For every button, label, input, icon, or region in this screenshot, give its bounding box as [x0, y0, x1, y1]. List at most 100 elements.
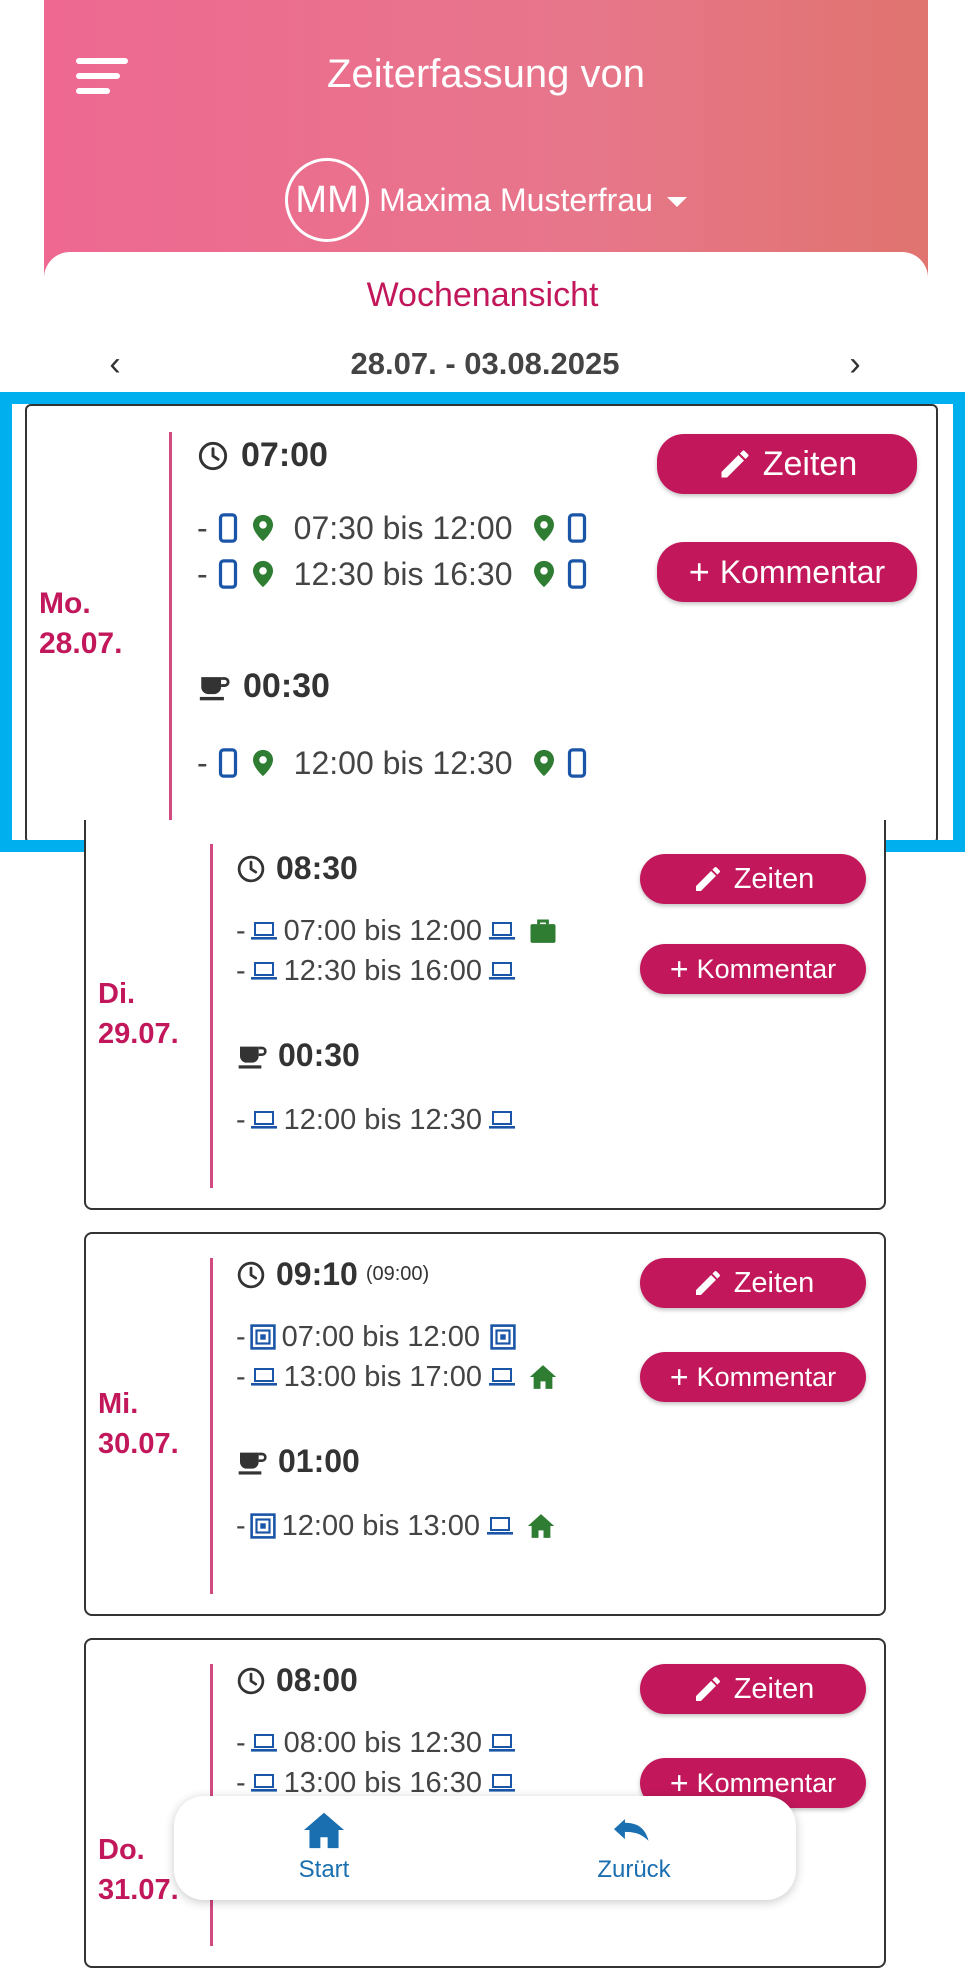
laptop-icon [488, 1773, 516, 1793]
entry-dash: - [236, 1509, 246, 1542]
undo-icon [614, 1819, 649, 1841]
add-comment-button[interactable]: + Kommentar [640, 1352, 866, 1402]
work-total-value: 09:10 [276, 1256, 358, 1292]
day-name: Do. [98, 1834, 145, 1866]
work-total-value: 08:30 [276, 850, 358, 886]
terminal-icon [250, 1324, 276, 1350]
day-card-wednesday: Mi. 30.07. 09:10 (09:00) - 07:00 bis 12:… [84, 1232, 886, 1616]
nav-start[interactable]: Start [244, 1810, 404, 1884]
button-label: Zeiten [733, 1266, 815, 1299]
entry-dash: - [236, 1320, 246, 1353]
button-label: Zeiten [733, 862, 815, 895]
entry-time: 13:00 bis 16:30 [283, 1766, 482, 1799]
work-entry: - 07:00 bis 12:00 [236, 1317, 884, 1357]
work-total-value: 08:00 [276, 1662, 358, 1698]
plus-icon: + [669, 950, 689, 987]
week-navigation: ‹ 28.07. - 03.08.2025 › [100, 344, 870, 384]
work-entry: - 08:00 bis 12:30 [236, 1723, 884, 1763]
pencil-icon [692, 1673, 724, 1705]
edit-times-button[interactable]: Zeiten [640, 854, 866, 904]
button-label: Kommentar [696, 1767, 837, 1798]
day-divider [210, 844, 213, 1188]
home-icon [526, 1511, 556, 1541]
clock-icon [236, 1260, 266, 1290]
entry-dash: - [236, 914, 246, 947]
nav-label: Zurück [597, 1856, 671, 1883]
user-selector[interactable]: MM Maxima Musterfrau [44, 158, 928, 242]
app-header: Zeiterfassung von MM Maxima Musterfrau [44, 0, 928, 285]
clock-icon [236, 1666, 266, 1696]
day-card-tuesday: Di. 29.07. 08:30 - 07:00 bis 12:00 - 12:… [84, 820, 886, 1210]
break-total-value: 00:30 [278, 1037, 360, 1073]
pencil-icon [692, 863, 724, 895]
terminal-icon [490, 1324, 516, 1350]
laptop-icon [250, 1110, 278, 1130]
day-date: 29.07. [98, 1018, 179, 1050]
entry-time: 12:00 bis 12:30 [283, 1103, 482, 1136]
laptop-icon [488, 1367, 516, 1387]
entry-dash: - [236, 1726, 246, 1759]
briefcase-icon [528, 916, 558, 946]
laptop-icon [250, 1773, 278, 1793]
pencil-icon [692, 1267, 724, 1299]
day-label: Di. 29.07. [98, 974, 179, 1054]
view-title: Wochenansicht [366, 276, 599, 314]
coffee-icon [236, 1040, 268, 1072]
button-label: Zeiten [733, 1672, 815, 1705]
entry-time: 12:30 bis 16:00 [283, 954, 482, 987]
break-total-value: 01:00 [278, 1443, 360, 1479]
chevron-down-icon [666, 197, 687, 207]
entry-dash: - [236, 1103, 246, 1136]
clock-icon [236, 854, 266, 884]
home-icon [304, 1812, 344, 1849]
entry-time: 07:00 bis 12:00 [283, 914, 482, 947]
laptop-icon [488, 1733, 516, 1753]
entry-time: 07:00 bis 12:00 [281, 1320, 480, 1353]
day-name: Mi. [98, 1388, 139, 1420]
entry-dash: - [236, 954, 246, 987]
entry-dash: - [236, 1766, 246, 1799]
terminal-icon [250, 1513, 276, 1539]
laptop-icon [250, 961, 278, 981]
plus-icon: + [669, 1358, 689, 1395]
laptop-icon [488, 921, 516, 941]
selection-highlight [0, 392, 965, 852]
laptop-icon [250, 1367, 278, 1387]
next-week-button[interactable]: › [840, 345, 870, 384]
day-date: 30.07. [98, 1428, 179, 1460]
coffee-icon [236, 1446, 268, 1478]
break-entry: - 12:00 bis 13:00 [236, 1506, 884, 1546]
day-date: 31.07. [98, 1874, 179, 1906]
user-name: Maxima Musterfrau [379, 181, 653, 218]
day-divider [210, 1258, 213, 1594]
entry-dash: - [236, 1360, 246, 1393]
laptop-icon [250, 921, 278, 941]
laptop-icon [488, 1110, 516, 1130]
laptop-icon [488, 961, 516, 981]
home-icon [528, 1362, 558, 1392]
nav-label: Start [298, 1856, 350, 1883]
avatar: MM [285, 158, 370, 242]
entry-time: 13:00 bis 17:00 [283, 1360, 482, 1393]
edit-times-button[interactable]: Zeiten [640, 1258, 866, 1308]
laptop-icon [250, 1733, 278, 1753]
break-total: 00:30 [236, 1037, 884, 1074]
entry-time: 08:00 bis 12:30 [283, 1726, 482, 1759]
day-label: Do. 31.07. [98, 1830, 179, 1910]
week-range: 28.07. - 03.08.2025 [350, 346, 620, 381]
edit-times-button[interactable]: Zeiten [640, 1664, 866, 1714]
button-label: Kommentar [696, 1361, 837, 1392]
day-name: Di. [98, 978, 136, 1010]
entry-time: 12:00 bis 13:00 [281, 1509, 480, 1542]
button-label: Kommentar [696, 953, 837, 984]
break-total: 01:00 [236, 1443, 884, 1480]
break-entry: - 12:00 bis 12:30 [236, 1100, 884, 1140]
page-title: Zeiterfassung von [327, 52, 645, 96]
prev-week-button[interactable]: ‹ [100, 345, 130, 384]
add-comment-button[interactable]: + Kommentar [640, 944, 866, 994]
nav-back[interactable]: Zurück [554, 1810, 714, 1884]
day-label: Mi. 30.07. [98, 1384, 179, 1464]
bottom-navigation: Start Zurück [174, 1796, 796, 1900]
target-time: (09:00) [365, 1263, 430, 1285]
laptop-icon [486, 1516, 514, 1536]
